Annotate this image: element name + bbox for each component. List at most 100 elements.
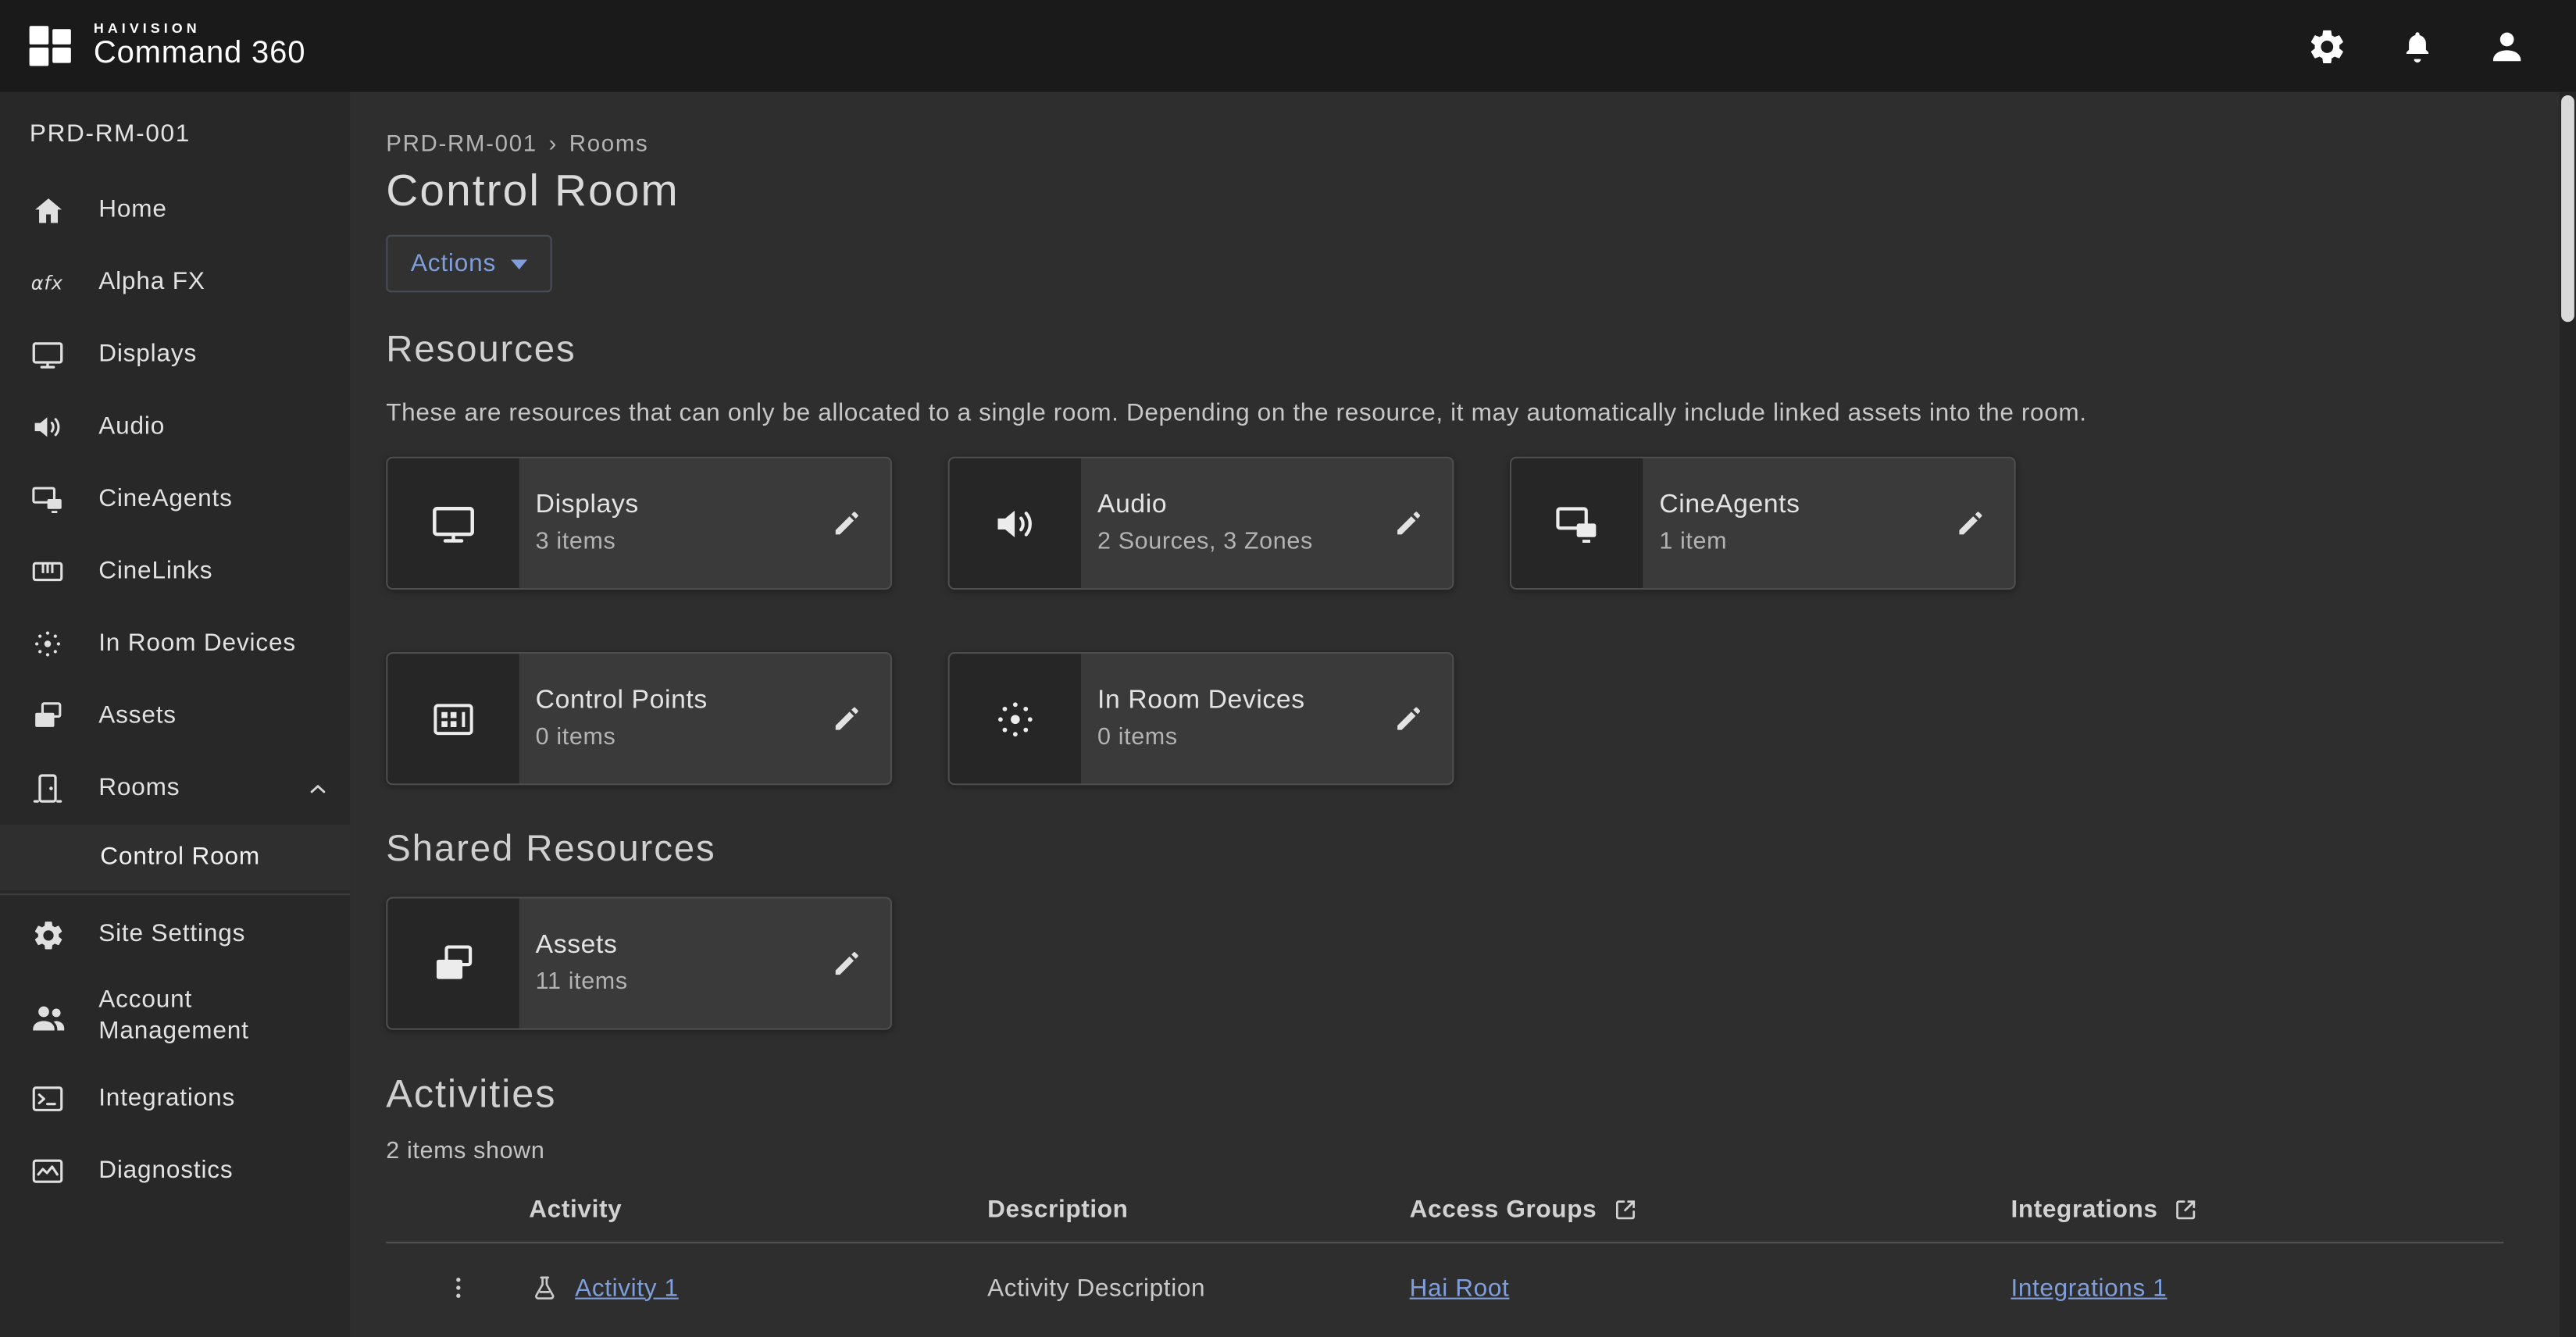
app-window: HAIVISION Command 360 PRD-RM-001 Home [0, 0, 2576, 1337]
sidebar-item-label: Site Settings [98, 919, 245, 950]
external-link-icon[interactable] [1611, 1195, 1639, 1223]
sidebar-item-cineagents[interactable]: CineAgents [0, 463, 350, 536]
sidebar-item-label: CineLinks [98, 556, 212, 586]
brand-name: HAIVISION [94, 20, 305, 36]
diagnostics-chart-icon [28, 1153, 67, 1189]
sidebar-divider [0, 893, 350, 895]
sidebar-item-rooms[interactable]: Rooms [0, 752, 350, 825]
card-subtitle: 2 Sources, 3 Zones [1097, 529, 1393, 555]
actions-button-label: Actions [411, 250, 496, 278]
control-points-icon [387, 654, 519, 783]
card-title: Audio [1097, 491, 1393, 521]
card-title: Control Points [536, 686, 832, 716]
activities-table: Activity Description Access Groups Integ… [386, 1176, 2503, 1332]
resource-card-control-points[interactable]: Control Points 0 items [386, 652, 892, 785]
card-subtitle: 11 items [536, 969, 832, 996]
edit-pencil-icon[interactable] [831, 703, 862, 734]
edit-pencil-icon[interactable] [1955, 508, 1986, 539]
external-link-icon[interactable] [2173, 1195, 2201, 1223]
resource-cards-row-2: Control Points 0 items In Room Devices 0… [386, 652, 2503, 785]
integration-link[interactable]: Integrations 1 [2010, 1274, 2167, 1302]
card-title: Displays [536, 491, 832, 521]
resource-card-in-room-devices[interactable]: In Room Devices 0 items [948, 652, 1454, 785]
sidebar-item-label: Home [98, 195, 167, 226]
sidebar: PRD-RM-001 Home αfx Alpha FX Displays [0, 92, 350, 1337]
sidebar-item-site-settings[interactable]: Site Settings [0, 899, 350, 972]
row-kebab-menu-icon[interactable] [443, 1273, 473, 1303]
alpha-fx-icon: αfx [28, 265, 67, 301]
sidebar-item-cinelinks[interactable]: CineLinks [0, 536, 350, 608]
vertical-scrollbar-thumb[interactable] [2561, 95, 2574, 322]
sidebar-item-diagnostics[interactable]: Diagnostics [0, 1135, 350, 1207]
vertical-scrollbar-track[interactable] [2560, 92, 2576, 1337]
assets-icon [387, 899, 519, 1029]
sidebar-item-label: Displays [98, 340, 197, 370]
settings-gear-icon[interactable] [2307, 26, 2348, 67]
sidebar-item-account-management[interactable]: Account Management [0, 971, 350, 1063]
edit-pencil-icon[interactable] [1393, 508, 1425, 539]
sidebar-item-alpha-fx[interactable]: αfx Alpha FX [0, 246, 350, 319]
resource-card-displays[interactable]: Displays 3 items [386, 457, 892, 590]
resources-description: These are resources that can only be all… [386, 399, 2503, 429]
card-title: CineAgents [1659, 491, 1955, 521]
rooms-door-icon [28, 770, 67, 806]
sidebar-item-home[interactable]: Home [0, 174, 350, 247]
column-header-description: Description [987, 1195, 1129, 1223]
sidebar-item-label: In Room Devices [98, 629, 296, 659]
resource-cards-row-1: Displays 3 items Audio 2 Sources, 3 Zone… [386, 457, 2503, 590]
main-content: PRD-RM-001 › Rooms Control Room Actions … [350, 92, 2560, 1337]
sidebar-item-assets[interactable]: Assets [0, 680, 350, 753]
notifications-bell-icon[interactable] [2399, 27, 2436, 65]
actions-button[interactable]: Actions [386, 235, 551, 293]
cinelinks-icon [28, 554, 67, 590]
sidebar-item-label: Rooms [98, 773, 180, 804]
resource-card-cineagents[interactable]: CineAgents 1 item [1510, 457, 2016, 590]
terminal-icon [28, 1081, 67, 1117]
breadcrumb-separator: › [549, 130, 558, 156]
haivision-brand[interactable]: HAIVISION Command 360 [27, 20, 306, 72]
card-title: Assets [536, 932, 832, 961]
account-user-icon[interactable] [2487, 27, 2526, 66]
sidebar-item-displays[interactable]: Displays [0, 319, 350, 391]
sidebar-item-label: Alpha FX [98, 267, 205, 298]
top-bar: HAIVISION Command 360 [0, 0, 2576, 92]
product-name: Command 360 [94, 36, 305, 72]
breadcrumb-rooms-link[interactable]: Rooms [569, 130, 649, 156]
resources-heading: Resources [386, 329, 2503, 372]
edit-pencil-icon[interactable] [831, 948, 862, 979]
edit-pencil-icon[interactable] [1393, 703, 1425, 734]
sidebar-item-label: Account Management [98, 986, 309, 1048]
assets-icon [28, 698, 67, 734]
page-title: Control Room [386, 166, 2503, 215]
sidebar-item-audio[interactable]: Audio [0, 391, 350, 464]
sidebar-item-label: CineAgents [98, 484, 233, 515]
sidebar-item-label: Integrations [98, 1083, 235, 1114]
activity-link[interactable]: Activity 1 [575, 1274, 679, 1302]
sidebar-item-in-room-devices[interactable]: In Room Devices [0, 608, 350, 680]
display-icon [387, 458, 519, 588]
sidebar-item-label: Audio [98, 412, 165, 442]
shared-card-assets[interactable]: Assets 11 items [386, 897, 892, 1029]
breadcrumb-site-link[interactable]: PRD-RM-001 [386, 130, 537, 156]
audio-speaker-icon [28, 409, 67, 445]
access-group-link[interactable]: Hai Root [1410, 1274, 1510, 1302]
breadcrumb: PRD-RM-001 › Rooms [386, 130, 2503, 156]
chevron-up-icon[interactable] [305, 776, 330, 801]
display-icon [28, 337, 67, 373]
resource-card-audio[interactable]: Audio 2 Sources, 3 Zones [948, 457, 1454, 590]
audio-speaker-icon [950, 458, 1081, 588]
chevron-down-icon [511, 258, 527, 269]
activities-heading: Activities [386, 1075, 2503, 1118]
svg-text:αfx: αfx [31, 272, 63, 294]
edit-pencil-icon[interactable] [831, 508, 862, 539]
sidebar-item-control-room[interactable]: Control Room [0, 825, 350, 890]
table-row: Activity 1 Activity Description Hai Root… [386, 1243, 2503, 1332]
gear-icon [28, 918, 67, 952]
card-subtitle: 1 item [1659, 529, 1955, 555]
in-room-devices-icon [28, 626, 67, 661]
activities-table-header: Activity Description Access Groups Integ… [386, 1176, 2503, 1243]
shared-resources-heading: Shared Resources [386, 828, 2503, 871]
sidebar-item-integrations[interactable]: Integrations [0, 1063, 350, 1136]
activity-description-cell: Activity Description [987, 1274, 1410, 1302]
column-header-integrations: Integrations [2010, 1195, 2157, 1223]
